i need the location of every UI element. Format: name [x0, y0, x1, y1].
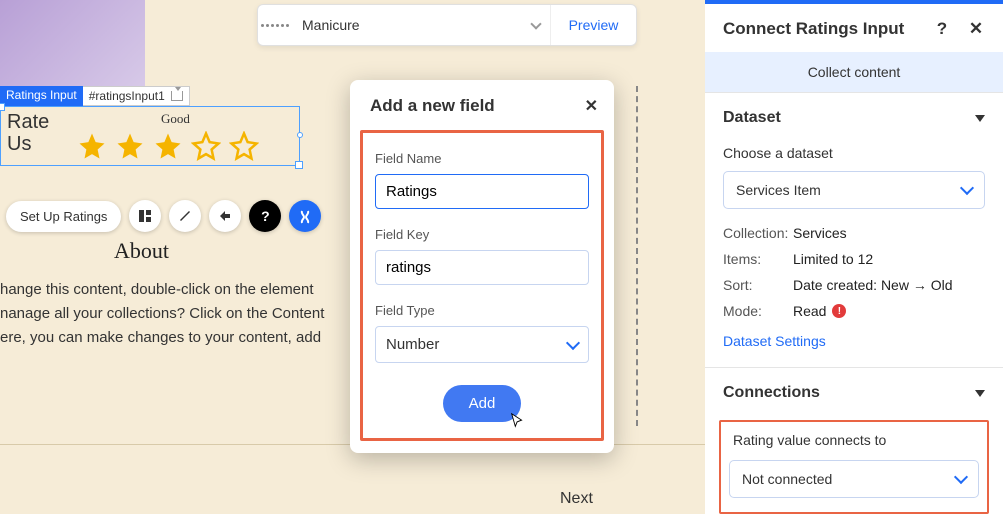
- star-icon[interactable]: [77, 131, 107, 161]
- star-icon[interactable]: [153, 131, 183, 161]
- chevron-down-icon: [530, 18, 541, 29]
- close-icon[interactable]: ✕: [965, 18, 987, 40]
- close-icon[interactable]: ✕: [585, 96, 598, 116]
- star-icon[interactable]: [115, 131, 145, 161]
- field-name-label: Field Name: [375, 151, 589, 166]
- rating-connects-value: Not connected: [742, 471, 956, 487]
- field-key-input[interactable]: [375, 250, 589, 285]
- warning-icon: !: [832, 304, 846, 318]
- cursor-icon: [509, 412, 527, 430]
- chevron-down-icon: [954, 470, 968, 484]
- design-icon[interactable]: [169, 200, 201, 232]
- element-id-text: #ratingsInput1: [89, 89, 165, 103]
- setup-ratings-button[interactable]: Set Up Ratings: [6, 201, 121, 232]
- dataset-info: Collection:Services Items:Limited to 12 …: [705, 213, 1003, 323]
- column-guide: [636, 86, 638, 426]
- connect-data-icon[interactable]: [289, 200, 321, 232]
- editor-canvas: Manicure Preview Ratings Input #ratingsI…: [0, 0, 705, 514]
- help-icon[interactable]: ?: [249, 200, 281, 232]
- help-icon[interactable]: ?: [931, 18, 953, 40]
- add-field-modal: Add a new field ✕ Field Name Field Key F…: [350, 80, 614, 453]
- page-select[interactable]: Manicure: [292, 5, 551, 45]
- field-name-input[interactable]: [375, 174, 589, 209]
- star-icon[interactable]: [191, 131, 221, 161]
- collect-content-banner[interactable]: Collect content: [705, 52, 1003, 92]
- rating-connects-select[interactable]: Not connected: [729, 460, 979, 498]
- dataset-section-toggle[interactable]: Dataset: [705, 92, 1003, 135]
- field-type-value: Number: [386, 336, 568, 353]
- add-button[interactable]: Add: [443, 385, 522, 422]
- ratings-input-widget[interactable]: Good Rate Us: [0, 106, 300, 166]
- field-key-label: Field Key: [375, 227, 589, 242]
- next-link[interactable]: Next: [560, 490, 593, 508]
- dataset-settings-link[interactable]: Dataset Settings: [705, 323, 1003, 367]
- element-id-tag: #ratingsInput1: [83, 86, 190, 106]
- selected-element: Ratings Input #ratingsInput1 Good Rate U…: [0, 86, 300, 166]
- field-type-label: Field Type: [375, 303, 589, 318]
- dataset-select-value: Services Item: [736, 182, 962, 198]
- hero-image: [0, 0, 145, 86]
- rating-connects-label: Rating value connects to: [729, 432, 979, 448]
- page-select-value: Manicure: [302, 17, 532, 33]
- panel-title: Connect Ratings Input: [723, 19, 919, 39]
- connect-panel: Connect Ratings Input ? ✕ Collect conten…: [705, 0, 1003, 514]
- modal-title: Add a new field: [370, 96, 585, 116]
- caret-down-icon: [975, 390, 985, 397]
- resize-handle[interactable]: [297, 132, 303, 138]
- about-paragraph: hange this content, double-click on the …: [0, 278, 370, 350]
- dataset-select[interactable]: Services Item: [723, 171, 985, 209]
- rating-tooltip: Good: [161, 111, 190, 127]
- element-toolbar: Set Up Ratings ?: [6, 200, 321, 232]
- connections-section-toggle[interactable]: Connections: [705, 367, 1003, 410]
- animation-icon[interactable]: [209, 200, 241, 232]
- chevron-down-icon: [566, 335, 580, 349]
- chevron-down-icon: [960, 181, 974, 195]
- layout-icon[interactable]: [129, 200, 161, 232]
- about-heading: About: [114, 238, 169, 264]
- rating-connection-highlight: Rating value connects to Not connected: [719, 420, 989, 514]
- caret-down-icon: [975, 115, 985, 122]
- element-type-tag: Ratings Input: [0, 86, 83, 106]
- rating-stars[interactable]: [77, 131, 259, 161]
- field-type-select[interactable]: Number: [375, 326, 589, 363]
- star-icon[interactable]: [229, 131, 259, 161]
- download-icon: [171, 91, 183, 101]
- drag-handle-icon[interactable]: [258, 24, 292, 27]
- preview-button[interactable]: Preview: [551, 17, 636, 33]
- page-item-selector: Manicure Preview: [257, 4, 637, 46]
- choose-dataset-label: Choose a dataset: [723, 145, 985, 161]
